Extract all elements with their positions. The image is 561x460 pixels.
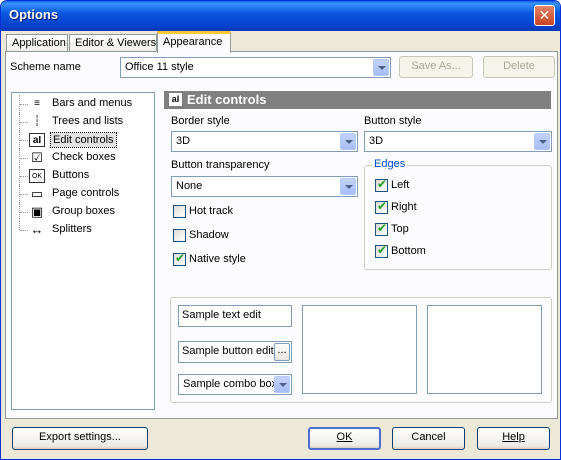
button-transparency-label: Button transparency bbox=[171, 159, 270, 171]
help-button[interactable]: Help bbox=[477, 427, 550, 450]
tree-list-icon: ┆ bbox=[33, 116, 41, 127]
tree-item-label: Trees and lists bbox=[52, 115, 124, 127]
tab-appearance-label: Appearance bbox=[163, 36, 223, 48]
sample-text-edit[interactable]: Sample text edit bbox=[178, 305, 292, 327]
button-transparency-value: None bbox=[176, 180, 203, 192]
edge-right-checkbox[interactable] bbox=[375, 199, 388, 214]
tab-appearance[interactable]: Appearance bbox=[157, 31, 231, 53]
hot-track-checkbox[interactable] bbox=[173, 205, 186, 218]
edge-top-checkbox[interactable] bbox=[375, 221, 388, 236]
ellipsis-icon[interactable]: ... bbox=[274, 343, 290, 361]
group-box-icon: ▣ bbox=[30, 204, 44, 219]
sample-text-edit-value: Sample text edit bbox=[182, 309, 261, 321]
export-settings-button[interactable]: Export settings... bbox=[12, 427, 148, 450]
edge-top-label: Top bbox=[391, 223, 409, 235]
save-as-button[interactable]: Save As... bbox=[399, 56, 473, 78]
edge-left-checkbox[interactable] bbox=[375, 177, 388, 192]
edge-bottom-checkbox[interactable] bbox=[375, 243, 388, 258]
category-tree[interactable]: ≡ Bars and menus ┆ Trees and lists aI Edit … bbox=[11, 92, 155, 410]
tree-item-label: Buttons bbox=[52, 169, 90, 181]
tree-item-bars-menus[interactable]: ≡ Bars and menus bbox=[12, 95, 152, 113]
border-style-value: 3D bbox=[176, 135, 191, 147]
tree-item-buttons[interactable]: OK Buttons bbox=[12, 167, 152, 185]
hot-track-label: Hot track bbox=[189, 205, 234, 217]
edge-left-label: Left bbox=[391, 179, 410, 191]
window-title: Options bbox=[9, 7, 59, 22]
tree-item-label: Check boxes bbox=[52, 151, 116, 163]
tree-item-label: Edit controls bbox=[50, 132, 117, 148]
sample-button-edit-value: Sample button edit bbox=[182, 345, 274, 357]
sample-list-box[interactable] bbox=[302, 305, 417, 394]
border-style-combo[interactable]: 3D bbox=[171, 131, 358, 152]
edit-control-icon: aI bbox=[29, 133, 45, 147]
chevron-down-icon[interactable] bbox=[534, 133, 550, 150]
page-control-icon: ▭ bbox=[30, 186, 44, 201]
native-style-label: Native style bbox=[189, 253, 246, 265]
button-style-combo[interactable]: 3D bbox=[364, 131, 552, 152]
bars-menus-icon: ≡ bbox=[34, 98, 40, 109]
edge-bottom-label: Bottom bbox=[391, 245, 426, 257]
tree-item-splitters[interactable]: ↔ Splitters bbox=[12, 221, 152, 239]
scheme-name-combo[interactable]: Office 11 style bbox=[120, 57, 391, 78]
options-dialog: Options ✕ Application Editor & Viewers A… bbox=[0, 0, 561, 460]
edit-control-icon: aI bbox=[169, 93, 182, 106]
checkbox-icon: ☑ bbox=[31, 150, 43, 165]
section-header: aI Edit controls bbox=[164, 91, 551, 109]
chevron-down-icon[interactable] bbox=[373, 59, 389, 76]
native-style-checkbox[interactable] bbox=[173, 251, 186, 266]
close-icon[interactable]: ✕ bbox=[534, 5, 555, 26]
chevron-down-icon[interactable] bbox=[340, 133, 356, 150]
tree-item-label: Bars and menus bbox=[52, 97, 133, 109]
section-title: Edit controls bbox=[187, 92, 267, 107]
tab-editor-viewers-label: Editor & Viewers bbox=[75, 37, 157, 49]
edge-right-label: Right bbox=[391, 201, 417, 213]
tree-item-page-controls[interactable]: ▭ Page controls bbox=[12, 185, 152, 203]
chevron-down-icon[interactable] bbox=[274, 376, 290, 393]
scheme-name-value: Office 11 style bbox=[125, 61, 194, 73]
ok-button[interactable]: OK bbox=[308, 427, 381, 450]
tree-item-label: Splitters bbox=[52, 223, 92, 235]
appearance-panel: Scheme name Office 11 style Save As... D… bbox=[5, 51, 558, 419]
tree-item-edit-controls[interactable]: aI Edit controls bbox=[12, 131, 152, 149]
tree-item-label: Page controls bbox=[52, 187, 120, 199]
chevron-down-icon[interactable] bbox=[340, 178, 356, 195]
sample-tree-box[interactable] bbox=[427, 305, 542, 394]
button-style-value: 3D bbox=[369, 135, 384, 147]
ok-button-label: OK bbox=[336, 431, 353, 443]
tree-item-label: Group boxes bbox=[52, 205, 115, 217]
help-button-label: Help bbox=[502, 431, 525, 443]
edges-label: Edges bbox=[372, 158, 408, 170]
shadow-label: Shadow bbox=[189, 229, 229, 241]
sample-combo-box-value: Sample combo box bbox=[183, 378, 278, 390]
delete-button[interactable]: Delete bbox=[483, 56, 555, 78]
sample-combo-box[interactable]: Sample combo box bbox=[178, 374, 292, 395]
scheme-name-label: Scheme name bbox=[10, 61, 81, 73]
shadow-checkbox[interactable] bbox=[173, 229, 186, 242]
button-icon: OK bbox=[29, 169, 45, 183]
splitter-icon: ↔ bbox=[30, 222, 44, 237]
button-transparency-combo[interactable]: None bbox=[171, 176, 358, 197]
tree-item-check-boxes[interactable]: ☑ Check boxes bbox=[12, 149, 152, 167]
tree-item-trees-lists[interactable]: ┆ Trees and lists bbox=[12, 113, 152, 131]
tab-application-label: Application bbox=[12, 37, 66, 49]
tree-item-group-boxes[interactable]: ▣ Group boxes bbox=[12, 203, 152, 221]
cancel-button[interactable]: Cancel bbox=[392, 427, 465, 450]
border-style-label: Border style bbox=[171, 115, 230, 127]
button-style-label: Button style bbox=[364, 115, 422, 127]
sample-button-edit[interactable]: Sample button edit ... bbox=[178, 341, 292, 363]
title-bar[interactable]: Options ✕ bbox=[1, 1, 560, 31]
